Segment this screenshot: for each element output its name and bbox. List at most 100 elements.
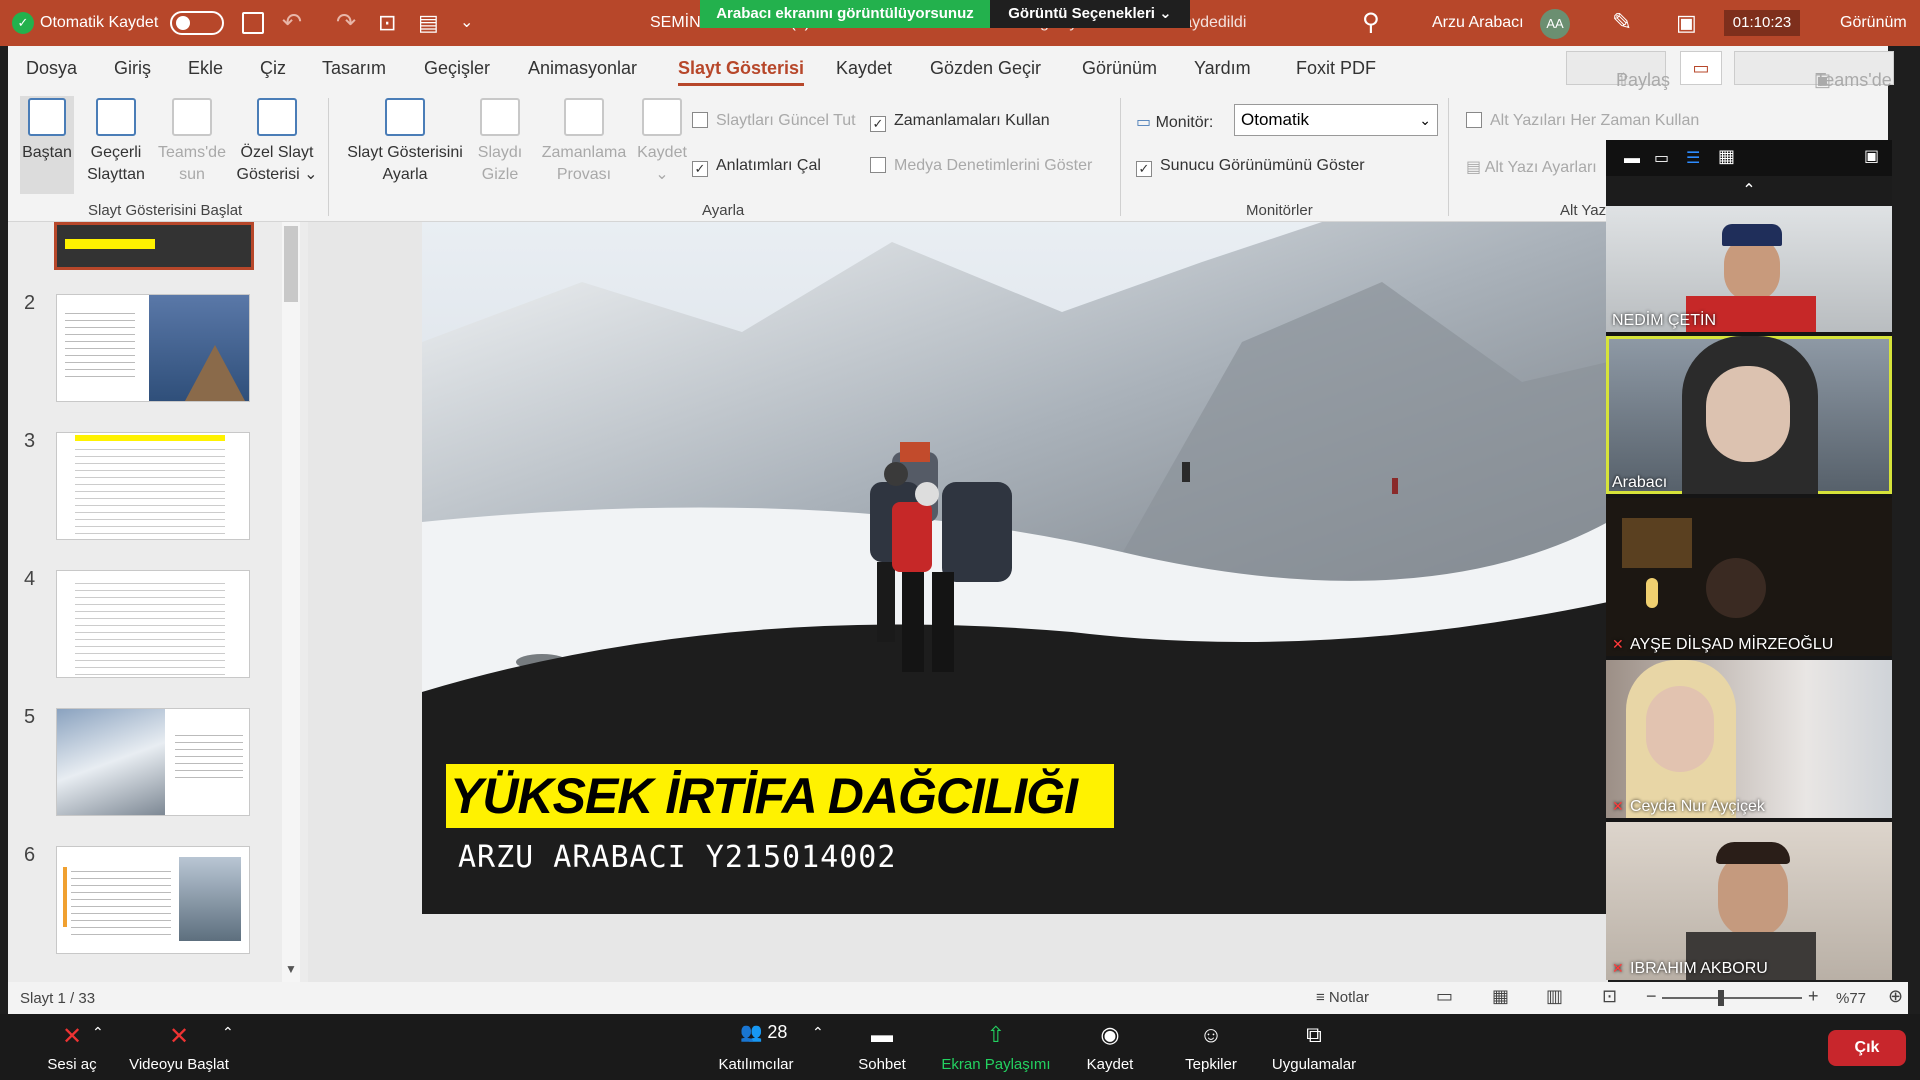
print-icon[interactable]: ▤ [418, 10, 439, 36]
thumbnail-slide-5[interactable] [56, 708, 250, 816]
slideshow-view-icon[interactable]: ⊡ [1602, 986, 1617, 1007]
audio-options-chevron-icon[interactable]: ⌃ [92, 1024, 104, 1041]
tab-slayt-gosterisi[interactable]: Slayt Gösterisi [678, 58, 805, 86]
speaker-view-icon[interactable]: ▭ [1654, 148, 1669, 168]
thumbnail-slide-4[interactable] [56, 570, 250, 678]
rehearse-timings-button[interactable]: Zamanlama Provası [534, 98, 634, 186]
zoom-slider[interactable] [1662, 990, 1802, 1006]
monitor-icon: ▭ [1136, 114, 1156, 131]
save-icon[interactable] [242, 12, 264, 34]
popout-icon[interactable]: ▣ [1864, 146, 1879, 166]
monitor-label: ▭ Monitör: [1136, 114, 1214, 131]
video-options-chevron-icon[interactable]: ⌃ [222, 1024, 234, 1041]
thumbnail-scrollbar[interactable]: ▼ [282, 222, 300, 982]
shield-icon: ✓ [12, 12, 34, 34]
muted-mic-icon: ✕ [1612, 960, 1624, 976]
thumbnail-slide-3[interactable] [56, 432, 250, 540]
use-timings-checkbox[interactable]: ✓ Zamanlamaları Kullan [870, 112, 1050, 132]
present-icon[interactable]: ⊡ [378, 10, 396, 36]
from-beginning-button[interactable]: Baştan [20, 96, 74, 194]
show-media-controls-checkbox[interactable]: Medya Denetimlerini Göster [870, 157, 1092, 175]
video-tile[interactable]: ✕ Ceyda Nur Ayçiçek [1606, 660, 1892, 818]
slide-sorter-icon[interactable]: ▦ [1492, 986, 1509, 1007]
zoom-in-icon[interactable]: + [1808, 986, 1819, 1007]
group-label-captions: Alt Yaz [1560, 202, 1607, 219]
share-screen-icon: ⇧ [986, 1022, 1006, 1047]
thumbnail-slide-6[interactable] [56, 846, 250, 954]
share-screen-button[interactable]: ⇧ Ekran Paylaşımı [938, 1022, 1054, 1073]
share-button[interactable]: ⇧ Paylaş [1566, 51, 1670, 90]
tab-animasyonlar[interactable]: Animasyonlar [528, 58, 637, 79]
group-label-start: Slayt Gösterisini Başlat [88, 202, 243, 219]
record-meeting-button[interactable]: ◉ Kaydet [1080, 1022, 1140, 1073]
avatar[interactable]: AA [1540, 9, 1570, 39]
pen-icon[interactable]: ✎ [1612, 8, 1632, 37]
undo-icon[interactable]: ↶ [282, 8, 302, 37]
apps-icon: ⧉ [1306, 1022, 1322, 1047]
keep-slides-updated-checkbox[interactable]: Slaytları Güncel Tut [692, 112, 856, 130]
notes-button[interactable]: ≡ Notlar [1316, 989, 1369, 1006]
tab-tasarim[interactable]: Tasarım [322, 58, 386, 79]
customize-qat-icon[interactable]: ⌄ [460, 12, 473, 32]
notes-icon: ≡ [1316, 989, 1329, 1006]
apps-button[interactable]: ⧉ Uygulamalar [1266, 1022, 1362, 1073]
tab-foxit-pdf[interactable]: Foxit PDF [1296, 58, 1376, 79]
participants-chevron-icon[interactable]: ⌃ [812, 1024, 824, 1041]
tab-yardim[interactable]: Yardım [1194, 58, 1251, 79]
present-in-teams-ribbon-button[interactable]: Teams'de sun [156, 98, 228, 186]
display-options-label[interactable]: Görünüm [1840, 0, 1907, 46]
minimize-icon[interactable]: ▬ [1624, 150, 1640, 168]
tab-ekle[interactable]: Ekle [188, 58, 223, 79]
strip-view-icon[interactable]: ☰ [1686, 148, 1700, 168]
view-options-button[interactable]: Görüntü Seçenekleri ⌄ [990, 0, 1190, 28]
from-current-button[interactable]: Geçerli Slayttan [80, 98, 152, 186]
present-in-teams-button[interactable]: ▣ Teams'de Sun [1734, 51, 1894, 122]
video-tile-active-speaker[interactable]: Arabacı [1606, 336, 1892, 494]
comments-button[interactable]: ▭ [1680, 51, 1722, 85]
always-use-subtitles-checkbox[interactable]: Alt Yazıları Her Zaman Kullan [1466, 112, 1699, 130]
tab-kaydet[interactable]: Kaydet [836, 58, 892, 79]
ribbon-display-icon[interactable]: ▣ [1676, 10, 1697, 36]
reading-view-icon[interactable]: ▥ [1546, 986, 1563, 1007]
monitor-select[interactable]: Otomatik ⌄ [1234, 104, 1438, 136]
video-tile[interactable]: ✕ AYŞE DİLŞAD MİRZEOĞLU [1606, 498, 1892, 656]
gallery-grid-icon[interactable]: ▦ [1718, 146, 1735, 167]
chat-icon: ▬ [871, 1022, 893, 1047]
hide-slide-icon [480, 98, 520, 136]
redo-icon[interactable]: ↷ [336, 8, 356, 37]
autosave-label: Otomatik Kaydet [40, 14, 159, 31]
hide-slide-button[interactable]: Slaydı Gizle [470, 98, 530, 186]
autosave-toggle[interactable] [170, 11, 224, 35]
gallery-up-chevron-icon[interactable]: ⌃ [1606, 176, 1892, 206]
play-narrations-checkbox[interactable]: ✓ Anlatımları Çal [692, 157, 821, 177]
scroll-down-icon[interactable]: ▼ [285, 962, 297, 976]
tab-giris[interactable]: Giriş [114, 58, 151, 79]
normal-view-icon[interactable]: ▭ [1436, 986, 1453, 1007]
start-video-button[interactable]: ✕ Videoyu Başlat [124, 1022, 234, 1073]
zoom-level[interactable]: %77 [1836, 990, 1866, 1007]
subtitle-settings-button[interactable]: ▤ Alt Yazı Ayarları [1466, 157, 1597, 177]
screen-share-banner: Arabacı ekranını görüntülüyorsunuz [700, 0, 990, 28]
thumbnail-number: 5 [24, 706, 36, 728]
search-icon[interactable]: ⚲ [1362, 8, 1380, 37]
thumbnail-slide-2[interactable] [56, 294, 250, 402]
fit-to-window-icon[interactable]: ⊕ [1888, 986, 1903, 1007]
video-tile[interactable]: NEDİM ÇETİN [1606, 206, 1892, 332]
tab-gozden-gecir[interactable]: Gözden Geçir [930, 58, 1041, 79]
custom-slide-show-button[interactable]: Özel Slayt Gösterisi ⌄ [230, 98, 324, 186]
set-up-slide-show-button[interactable]: Slayt Gösterisini Ayarla [340, 98, 470, 186]
chat-button[interactable]: ▬ Sohbet [852, 1022, 912, 1073]
record-button[interactable]: Kaydet ⌄ [630, 98, 694, 186]
video-tile[interactable]: ✕ IBRAHIM AKBORU [1606, 822, 1892, 980]
thumbnail-number: 3 [24, 430, 36, 452]
presenter-view-checkbox[interactable]: ✓ Sunucu Görünümünü Göster [1136, 157, 1365, 177]
leave-meeting-button[interactable]: Çık [1828, 1030, 1906, 1066]
participants-button[interactable]: 👥 28 Katılımcılar [706, 1022, 806, 1073]
tab-gecisler[interactable]: Geçişler [424, 58, 490, 79]
tab-gorunum[interactable]: Görünüm [1082, 58, 1157, 79]
tab-dosya[interactable]: Dosya [26, 58, 77, 79]
zoom-out-icon[interactable]: − [1646, 986, 1657, 1007]
tab-ciz[interactable]: Çiz [260, 58, 286, 79]
thumbnail-slide-1[interactable] [54, 222, 254, 270]
reactions-button[interactable]: ☺ Tepkiler [1178, 1022, 1244, 1073]
